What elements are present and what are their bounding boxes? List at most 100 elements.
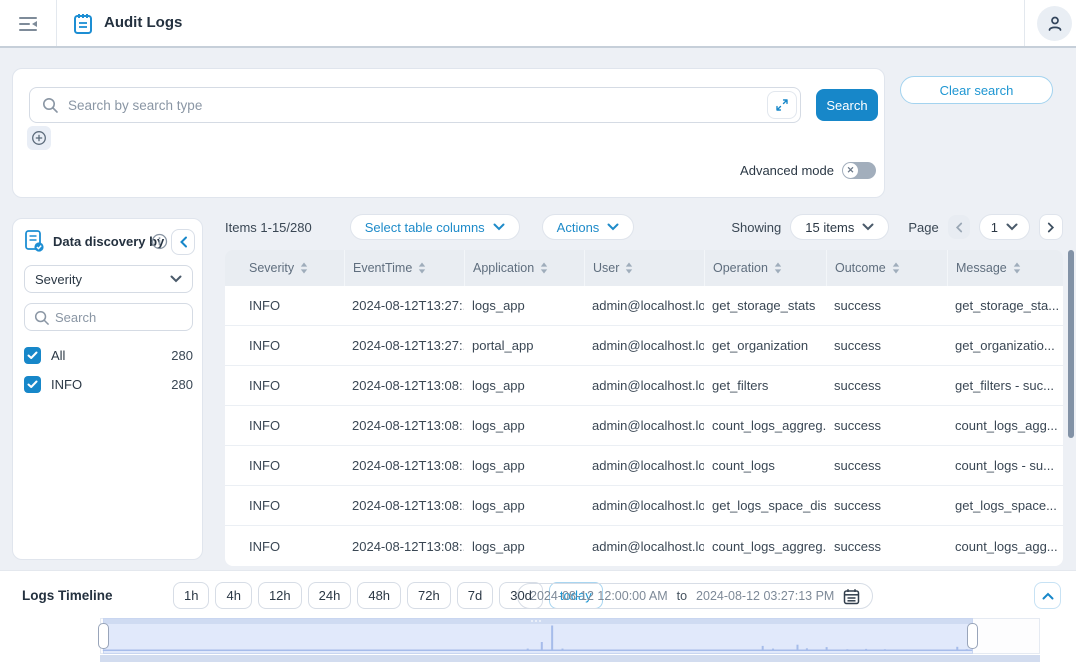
header-divider [1024,0,1025,46]
sidebar-title: Data discovery by [53,234,164,249]
timeline-title: Logs Timeline [22,588,113,603]
table-row[interactable]: INFO2024-08-12T13:08:...logs_appadmin@lo… [225,486,1063,526]
facet-search-field [24,303,193,331]
scrollbar-thumb[interactable] [1068,250,1074,438]
person-icon [1046,15,1064,33]
page-label: Page [908,220,938,235]
cell-outcome: success [826,526,947,566]
chevron-left-icon [179,236,188,248]
table-header-row: Severity EventTime Application UserOperatio… [225,250,1063,286]
table-row[interactable]: INFO2024-08-12T13:27:...logs_appadmin@lo… [225,286,1063,326]
sidebar-collapse-button[interactable] [171,229,195,255]
advanced-mode-row: Advanced mode ✕ [740,162,876,179]
cell-severity: INFO [225,366,344,405]
facet-item-all[interactable]: All280 [24,341,193,370]
cell-application: logs_app [464,406,584,445]
cell-user: admin@localhost.lo... [584,326,704,365]
previous-page-button[interactable] [948,215,970,239]
advanced-mode-label: Advanced mode [740,163,834,178]
clear-search-button[interactable]: Clear search [900,76,1053,104]
table-row[interactable]: INFO2024-08-12T13:08:...logs_appadmin@lo… [225,366,1063,406]
range-start: 2024-08-12 12:00:00 AM [530,589,668,603]
cell-message: get_organizatio... [947,326,1063,365]
cell-severity: INFO [225,406,344,445]
actions-button[interactable]: Actions [542,214,635,240]
cell-user: admin@localhost.lo... [584,286,704,325]
table-row[interactable]: INFO2024-08-12T13:08:...logs_appadmin@lo… [225,406,1063,446]
column-header-application[interactable]: Application [464,250,584,286]
expand-search-button[interactable] [767,91,797,119]
advanced-mode-toggle[interactable]: ✕ [842,162,876,179]
next-page-button[interactable] [1039,214,1063,240]
cell-application: logs_app [464,446,584,485]
timeline-preset-1h[interactable]: 1h [173,582,209,609]
cell-severity: INFO [225,326,344,365]
cell-application: logs_app [464,366,584,405]
timeline-preset-7d[interactable]: 7d [457,582,493,609]
timeline-preset-4h[interactable]: 4h [215,582,251,609]
cell-severity: INFO [225,286,344,325]
column-label: Message [956,261,1007,275]
user-avatar-button[interactable] [1037,6,1072,41]
cell-eventtime: 2024-08-12T13:27:... [344,326,464,365]
cell-severity: INFO [225,486,344,525]
column-label: Severity [249,261,294,275]
timeline-preset-12h[interactable]: 12h [258,582,302,609]
cell-message: count_logs_agg... [947,526,1063,566]
facet-checkbox[interactable] [24,347,41,364]
column-header-eventtime[interactable]: EventTime [344,250,464,286]
cell-user: admin@localhost.lo... [584,486,704,525]
chevron-left-icon [955,222,963,233]
cell-application: logs_app [464,286,584,325]
facet-label: All [51,348,171,363]
cell-message: get_filters - suc... [947,366,1063,405]
column-header-severity[interactable]: Severity [225,250,344,286]
page-size-select[interactable]: 15 items [790,214,889,240]
cell-message: get_logs_space... [947,486,1063,525]
cell-severity: INFO [225,446,344,485]
table-body: INFO2024-08-12T13:27:...logs_appadmin@lo… [225,286,1063,566]
cell-application: logs_app [464,526,584,566]
search-panel: Search Advanced mode ✕ [12,68,885,198]
cell-outcome: success [826,366,947,405]
select-table-columns-button[interactable]: Select table columns [350,214,520,240]
add-search-criteria-button[interactable] [27,126,51,150]
timeline-preset-24h[interactable]: 24h [308,582,352,609]
facet-type-select[interactable]: Severity [24,265,193,293]
cell-operation: get_storage_stats [704,286,826,325]
table-row[interactable]: INFO2024-08-12T13:08:...logs_appadmin@lo… [225,446,1063,486]
column-header-operation[interactable]: Operation [704,250,826,286]
timeline-preset-72h[interactable]: 72h [407,582,451,609]
column-label: Application [473,261,534,275]
timeline-collapse-button[interactable] [1034,582,1061,609]
brush-handle-right[interactable] [967,623,978,649]
cell-eventtime: 2024-08-12T13:08:... [344,406,464,445]
search-icon [42,97,59,119]
chevron-down-icon [170,275,182,283]
logs-timeline-panel: Logs Timeline 1h4h12h24h48h72h7d30dtoday… [0,570,1076,662]
column-header-message[interactable]: Message [947,250,1063,286]
column-header-user[interactable]: User [584,250,704,286]
cell-operation: get_organization [704,326,826,365]
cell-operation: count_logs_aggreg... [704,406,826,445]
cell-operation: get_logs_space_dis... [704,486,826,525]
date-range-picker[interactable]: 2024-08-12 12:00:00 AM to 2024-08-12 03:… [517,583,873,609]
info-icon[interactable] [151,233,168,255]
chevron-right-icon [1047,222,1055,233]
collapse-menu-button[interactable] [15,12,43,36]
cell-message: count_logs_agg... [947,406,1063,445]
facet-checkbox[interactable] [24,376,41,393]
facet-item-info[interactable]: INFO280 [24,370,193,399]
audit-logs-icon [72,12,94,41]
search-input[interactable] [68,89,758,121]
sort-icon [418,262,426,274]
search-button[interactable]: Search [816,89,878,121]
facet-search-input[interactable] [55,305,185,329]
brush-handle-left[interactable] [98,623,109,649]
page-number-select[interactable]: 1 [979,214,1030,240]
cell-user: admin@localhost.lo... [584,366,704,405]
column-header-outcome[interactable]: Outcome [826,250,947,286]
timeline-preset-48h[interactable]: 48h [357,582,401,609]
table-row[interactable]: INFO2024-08-12T13:27:...portal_appadmin@… [225,326,1063,366]
table-row[interactable]: INFO2024-08-12T13:08:...logs_appadmin@lo… [225,526,1063,566]
